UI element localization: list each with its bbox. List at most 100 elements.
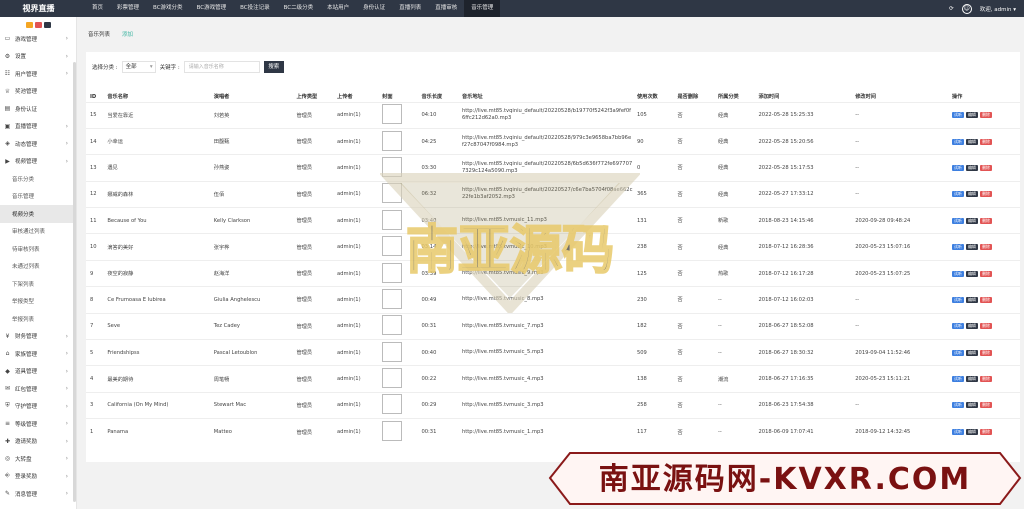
delete-button[interactable]: 删除 <box>979 296 992 303</box>
sidebar-item[interactable]: ✉ 红包管理 › <box>0 380 76 398</box>
edit-button[interactable]: 编辑 <box>965 402 978 409</box>
table-row: 15 当爱在靠近 刘若英 管理员 admin(1) 04:10 http://live.mt… <box>86 101 1020 129</box>
listen-button[interactable]: 试听 <box>951 138 964 145</box>
delete-button[interactable]: 删除 <box>979 138 992 145</box>
sidebar-item[interactable]: ◎ 大转盘 › <box>0 450 76 468</box>
refresh-icon[interactable]: ⟳ <box>949 6 954 12</box>
chevron-icon: › <box>65 472 68 480</box>
edit-button[interactable]: 编辑 <box>965 191 978 198</box>
listen-button[interactable]: 试听 <box>951 296 964 303</box>
edit-button[interactable]: 编辑 <box>965 244 978 251</box>
sidebar-item[interactable]: ▣ 直播管理 › <box>0 118 76 136</box>
delete-button[interactable]: 删除 <box>979 164 992 171</box>
listen-button[interactable]: 试听 <box>951 164 964 171</box>
nav-item[interactable]: 直播审核 <box>428 0 464 17</box>
delete-button[interactable]: 删除 <box>979 191 992 198</box>
listen-button[interactable]: 试听 <box>951 376 964 383</box>
sidebar-item[interactable]: ¥ 财务管理 › <box>0 328 76 346</box>
listen-button[interactable]: 试听 <box>951 402 964 409</box>
sidebar-item[interactable]: ▶ 视频管理 › <box>0 153 76 171</box>
delete-button[interactable]: 删除 <box>979 402 992 409</box>
listen-button[interactable]: 试听 <box>951 244 964 251</box>
sidebar-item[interactable]: ⎆ 登录奖励 › <box>0 468 76 486</box>
sidebar-item[interactable]: ⛨ 守护管理 › <box>0 398 76 416</box>
nav-item[interactable]: 本站用户 <box>320 0 356 17</box>
edit-button[interactable]: 编辑 <box>965 217 978 224</box>
sidebar-item[interactable]: ♕ 奖池管理 <box>0 83 76 101</box>
chevron-icon: › <box>65 35 68 43</box>
listen-button[interactable]: 试听 <box>951 323 964 330</box>
nav-item[interactable]: BC投注记录 <box>233 0 277 17</box>
nav-item[interactable]: 首页 <box>85 0 110 17</box>
user-avatar-icon[interactable]: ☺ <box>961 3 972 14</box>
sidebar-scrollbar[interactable] <box>73 62 76 502</box>
sidebar-item[interactable]: ☷ 用户管理 › <box>0 65 76 83</box>
table-cell: 2018-08-23 14:15:46 <box>754 207 852 234</box>
sidebar-subitem[interactable]: 未通过列表 <box>0 258 76 276</box>
listen-button[interactable]: 试听 <box>951 191 964 198</box>
keyword-input[interactable]: 请输入音乐名称 <box>183 61 260 73</box>
sidebar-subitem[interactable]: 举报类型 <box>0 293 76 311</box>
nav-item[interactable]: 彩票管理 <box>110 0 146 17</box>
sidebar-item[interactable]: ◈ 动态管理 › <box>0 135 76 153</box>
delete-button[interactable]: 删除 <box>979 244 992 251</box>
table-cell: http://live.mt85.tvmusic_10.mp3 <box>457 233 633 261</box>
sidebar-item[interactable]: ✚ 邀请奖励 › <box>0 433 76 451</box>
edit-button[interactable]: 编辑 <box>965 323 978 330</box>
table-cell: 04:10 <box>417 101 458 129</box>
sidebar-item[interactable]: ✎ 消息管理 › <box>0 485 76 503</box>
sidebar-subitem[interactable]: 音乐分类 <box>0 170 76 188</box>
delete-button[interactable]: 删除 <box>979 270 992 277</box>
listen-button[interactable]: 试听 <box>951 217 964 224</box>
nav-item[interactable]: 直播列表 <box>392 0 428 17</box>
category-select[interactable]: 全部 <box>121 61 156 73</box>
sidebar-subitem[interactable]: 审核通过列表 <box>0 223 76 241</box>
nav-item[interactable]: BC游戏管理 <box>190 0 234 17</box>
sidebar-item[interactable]: ≡ 等级管理 › <box>0 415 76 433</box>
delete-button[interactable]: 删除 <box>979 376 992 383</box>
sidebar-item[interactable]: ▭ 游戏管理 › <box>0 30 76 48</box>
search-button[interactable]: 搜索 <box>263 61 284 73</box>
sidebar-subitem[interactable]: 下架列表 <box>0 275 76 293</box>
sidebar-color-btn-1[interactable] <box>25 22 33 28</box>
sidebar-subitem[interactable]: 视频分类 <box>0 205 76 223</box>
nav-item[interactable]: BC游戏分类 <box>146 0 190 17</box>
sidebar-item[interactable]: ⚙ 设置 › <box>0 48 76 66</box>
sidebar-color-btn-2[interactable] <box>34 22 42 28</box>
listen-button[interactable]: 试听 <box>951 429 964 436</box>
edit-button[interactable]: 编辑 <box>965 112 978 119</box>
edit-button[interactable]: 编辑 <box>965 376 978 383</box>
delete-button[interactable]: 删除 <box>979 217 992 224</box>
table-cell: 遇见 <box>103 154 210 182</box>
sidebar-item[interactable]: ◆ 道具管理 › <box>0 363 76 381</box>
sidebar-subitem[interactable]: 音乐管理 <box>0 188 76 206</box>
edit-button[interactable]: 编辑 <box>965 349 978 356</box>
edit-button[interactable]: 编辑 <box>965 429 978 436</box>
listen-button[interactable]: 试听 <box>951 112 964 119</box>
sidebar-subitem[interactable]: 待审核列表 <box>0 240 76 258</box>
nav-item[interactable]: 身份认证 <box>356 0 392 17</box>
edit-button[interactable]: 编辑 <box>965 296 978 303</box>
sidebar-subitem[interactable]: 举报列表 <box>0 310 76 328</box>
app-logo[interactable]: 视界直播 <box>0 0 77 17</box>
edit-button[interactable]: 编辑 <box>965 138 978 145</box>
listen-button[interactable]: 试听 <box>951 270 964 277</box>
sidebar-item[interactable]: ⌂ 家族管理 › <box>0 345 76 363</box>
edit-button[interactable]: 编辑 <box>965 164 978 171</box>
delete-button[interactable]: 删除 <box>979 112 992 119</box>
table-cell: http://live.mt85.tvmusic_5.mp3 <box>457 339 633 366</box>
delete-button[interactable]: 删除 <box>979 349 992 356</box>
listen-button[interactable]: 试听 <box>951 349 964 356</box>
edit-button[interactable]: 编辑 <box>965 270 978 277</box>
sidebar-color-btn-3[interactable] <box>43 22 51 28</box>
tab-music-list[interactable]: 音乐列表 <box>88 25 110 45</box>
user-menu[interactable]: 欢迎, admin ▾ <box>980 5 1016 13</box>
gear-icon: ⚙ <box>4 52 11 60</box>
sidebar-item[interactable]: ▤ 身份认证 <box>0 100 76 118</box>
tab-add[interactable]: 添加 <box>122 25 133 45</box>
nav-item[interactable]: BC二级分类 <box>277 0 321 17</box>
table-cell: 2019-09-04 11:52:46 <box>851 339 948 366</box>
nav-item[interactable]: 音乐管理 <box>464 0 501 17</box>
delete-button[interactable]: 删除 <box>979 323 992 330</box>
delete-button[interactable]: 删除 <box>979 429 992 436</box>
